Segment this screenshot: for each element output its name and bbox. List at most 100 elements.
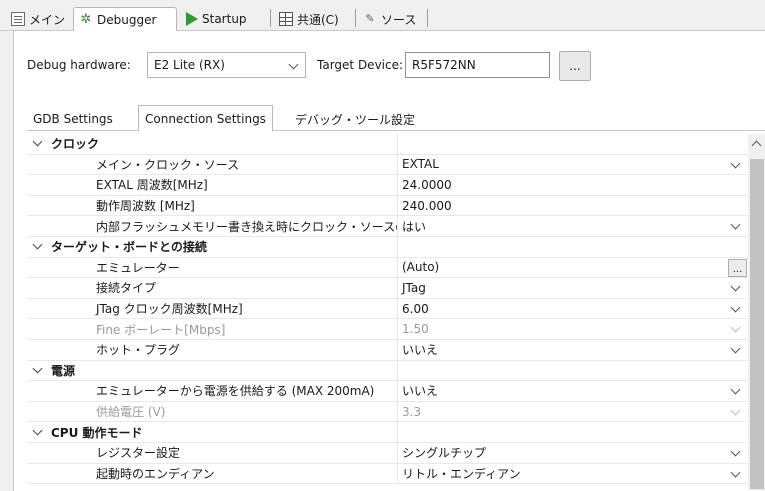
property-value: いいえ <box>402 343 439 358</box>
tab-main[interactable]: メイン <box>6 7 65 31</box>
category-name-cell: ターゲット・ボードとの接続 <box>27 236 398 257</box>
property-value: (Auto) <box>402 260 440 275</box>
category-label: 電源 <box>51 363 76 378</box>
property-name-cell: 内部フラッシュメモリー書き換え時にクロック・ソースの変更 <box>27 216 398 236</box>
chevron-down-icon[interactable] <box>730 158 741 169</box>
property-value-cell[interactable]: EXTAL <box>399 155 748 175</box>
tab-common[interactable]: 共通(C) <box>274 7 339 31</box>
property-category[interactable]: 電源 <box>27 360 748 382</box>
chevron-down-icon[interactable] <box>730 467 741 477</box>
chevron-down-icon[interactable] <box>32 425 43 436</box>
property-name-cell: エミュレーターから電源を供給する (MAX 200mA) <box>27 381 398 401</box>
property-category[interactable]: クロック <box>27 134 748 155</box>
property-value-cell[interactable]: (Auto)... <box>399 258 748 278</box>
chevron-down-icon[interactable] <box>730 384 741 395</box>
property-value: はい <box>402 219 427 234</box>
category-label: クロック <box>51 137 100 152</box>
property-label: レジスター設定 <box>96 446 181 461</box>
source-icon: ✎ <box>365 12 375 25</box>
tab-source-label: ソース <box>381 12 417 27</box>
chevron-down-icon[interactable] <box>730 446 741 457</box>
document-icon <box>11 12 25 26</box>
category-label: CPU 動作モード <box>51 425 143 440</box>
target-device-value: R5F572NN <box>412 58 476 72</box>
editor-tab-strip: メイン ✲ Debugger Startup 共通(C) ✎ ソース <box>0 0 765 31</box>
chevron-down-icon[interactable] <box>32 363 43 374</box>
property-value-cell[interactable]: いいえ <box>399 340 748 360</box>
tab-debug-tool-settings[interactable]: デバッグ・ツール設定 <box>289 107 421 131</box>
chevron-up-icon[interactable] <box>751 140 762 151</box>
chevron-down-icon[interactable] <box>730 219 741 230</box>
property-name-cell: エミュレーター <box>27 257 398 278</box>
property-row[interactable]: JTag クロック周波数[MHz] 6.00 <box>27 298 748 320</box>
chevron-down-icon[interactable] <box>730 343 741 354</box>
property-value-cell[interactable]: JTag <box>399 278 748 298</box>
property-value-cell[interactable]: 24.0000 <box>399 175 748 195</box>
property-label: エミュレーターから電源を供給する (MAX 200mA) <box>96 384 375 399</box>
property-name-cell: 接続タイプ <box>27 278 398 298</box>
vertical-scrollbar[interactable] <box>748 134 765 491</box>
tab-connection-settings[interactable]: Connection Settings <box>138 105 273 132</box>
tab-source[interactable]: ✎ ソース <box>358 7 416 31</box>
property-value-cell[interactable]: 6.00 <box>399 299 748 319</box>
property-value: 3.3 <box>402 404 422 419</box>
property-row[interactable]: エミュレーター (Auto)... <box>27 257 748 279</box>
debug-hardware-value: E2 Lite (RX) <box>154 58 225 72</box>
chevron-down-icon <box>288 59 299 70</box>
tab-separator <box>427 9 428 27</box>
tab-debugger-label: Debugger <box>97 12 157 27</box>
property-value-cell[interactable]: シングルチップ <box>399 443 748 463</box>
debug-hardware-select[interactable]: E2 Lite (RX) <box>147 52 306 78</box>
property-value: 24.0000 <box>402 177 452 192</box>
property-label: Fine ボーレート[Mbps] <box>96 322 226 337</box>
property-row[interactable]: エミュレーターから電源を供給する (MAX 200mA) いいえ <box>27 381 748 402</box>
property-label: 供給電圧 (V) <box>96 405 166 420</box>
property-value-cell[interactable]: はい <box>399 216 748 236</box>
property-category[interactable]: CPU 動作モード <box>27 422 748 443</box>
tab-startup-label: Startup <box>202 12 247 26</box>
target-device-field[interactable]: R5F572NN <box>405 52 550 78</box>
property-row[interactable]: 接続タイプ JTag <box>27 278 748 299</box>
property-value-cell <box>399 237 748 257</box>
property-row[interactable]: レジスター設定 シングルチップ <box>27 442 748 464</box>
property-row[interactable]: 供給電圧 (V) 3.3 <box>27 401 748 423</box>
property-row[interactable]: 起動時のエンディアン リトル・エンディアン <box>27 463 748 485</box>
property-row[interactable]: Fine ボーレート[Mbps] 1.50 <box>27 319 748 340</box>
settings-tab-strip: GDB Settings Connection Settings デバッグ・ツー… <box>27 105 765 132</box>
tab-startup[interactable]: Startup <box>181 7 247 31</box>
property-name-cell: 起動時のエンディアン <box>27 463 398 484</box>
play-icon <box>186 12 198 26</box>
property-name-cell: 動作周波数 [MHz] <box>27 195 398 216</box>
property-value-cell: 1.50 <box>399 319 748 339</box>
property-row[interactable]: 内部フラッシュメモリー書き換え時にクロック・ソースの変更 はい <box>27 216 748 237</box>
property-category[interactable]: ターゲット・ボードとの接続 <box>27 236 748 258</box>
property-name-cell: JTag クロック周波数[MHz] <box>27 298 398 319</box>
property-value-cell[interactable]: いいえ <box>399 381 748 401</box>
property-row[interactable]: ホット・プラグ いいえ <box>27 339 748 361</box>
property-row[interactable]: 動作周波数 [MHz] 240.000 <box>27 195 748 217</box>
property-value: 1.50 <box>402 322 429 337</box>
chevron-down-icon[interactable] <box>730 281 741 292</box>
chevron-down-icon[interactable] <box>32 136 43 147</box>
table-icon <box>279 12 293 26</box>
chevron-down-icon[interactable] <box>730 302 741 313</box>
debugger-panel: Debug hardware: E2 Lite (RX) Target Devi… <box>13 31 765 491</box>
property-value-cell[interactable]: リトル・エンディアン <box>399 464 748 484</box>
property-name-cell: 供給電圧 (V) <box>27 401 398 422</box>
property-row[interactable]: EXTAL 周波数[MHz] 24.0000 <box>27 175 748 196</box>
property-value-cell <box>399 134 748 154</box>
property-row[interactable]: メイン・クロック・ソース EXTAL <box>27 154 748 176</box>
tab-gdb-settings[interactable]: GDB Settings <box>27 107 119 131</box>
property-value-cell[interactable]: 240.000 <box>399 196 748 216</box>
tab-separator <box>355 9 356 27</box>
property-value: 240.000 <box>402 198 452 213</box>
ellipsis-button[interactable]: ... <box>728 258 747 277</box>
property-label: 動作周波数 [MHz] <box>96 199 195 214</box>
tab-separator <box>270 9 271 27</box>
scrollbar-thumb[interactable] <box>750 159 764 489</box>
property-name-cell: メイン・クロック・ソース <box>27 154 398 175</box>
tab-debugger[interactable]: ✲ Debugger <box>73 7 177 31</box>
chevron-down-icon[interactable] <box>32 239 43 250</box>
property-value: 6.00 <box>402 301 429 316</box>
target-device-browse-button[interactable]: ... <box>559 51 591 81</box>
